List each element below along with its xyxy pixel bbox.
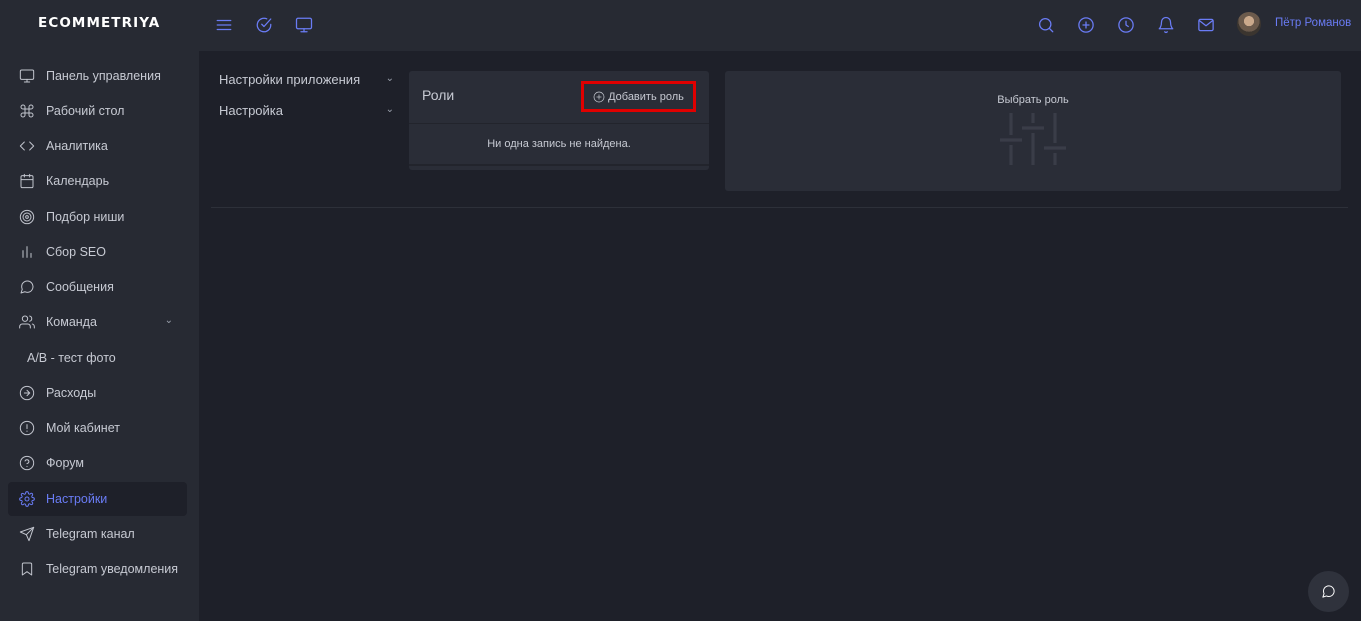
monitor-icon[interactable] — [294, 15, 314, 35]
sidebar-item-desktop[interactable]: Рабочий стол — [8, 94, 187, 128]
sidebar: Панель управления Рабочий стол Аналитика… — [0, 51, 199, 621]
select-role-title: Выбрать роль — [997, 94, 1069, 106]
message-circle-icon — [1322, 585, 1335, 598]
settings-menu-setup[interactable]: Настройка ⌄ — [219, 103, 397, 123]
select-role-panel: Выбрать роль — [725, 71, 1341, 191]
sidebar-item-forum[interactable]: Форум — [8, 446, 187, 480]
add-role-label: Добавить роль — [608, 90, 684, 103]
bookmark-icon — [8, 561, 46, 577]
divider — [211, 207, 1348, 208]
sidebar-item-dashboard[interactable]: Панель управления — [8, 59, 187, 93]
sidebar-item-account[interactable]: Мой кабинет — [8, 411, 187, 445]
sidebar-item-team[interactable]: Команда ⌄ — [8, 305, 187, 339]
check-circle-icon[interactable] — [254, 15, 274, 35]
sidebar-item-expenses[interactable]: Расходы — [8, 376, 187, 410]
alert-circle-icon — [8, 420, 46, 436]
plus-circle-icon[interactable] — [1076, 15, 1096, 35]
sidebar-item-label: Аналитика — [46, 139, 108, 153]
mail-icon[interactable] — [1196, 15, 1216, 35]
sidebar-item-label: Панель управления — [46, 69, 161, 83]
sidebar-item-label: Рабочий стол — [46, 104, 125, 118]
calendar-icon — [8, 173, 46, 189]
sidebar-item-label: Telegram уведомления — [46, 562, 179, 576]
settings-menu-app-settings[interactable]: Настройки приложения ⌄ — [219, 72, 397, 92]
menu-icon[interactable] — [214, 15, 234, 35]
clock-icon[interactable] — [1116, 15, 1136, 35]
message-circle-icon — [8, 279, 46, 295]
bell-icon[interactable] — [1156, 15, 1176, 35]
sidebar-item-messages[interactable]: Сообщения — [8, 270, 187, 304]
search-icon[interactable] — [1036, 15, 1056, 35]
sidebar-item-label: Мой кабинет — [46, 421, 120, 435]
sidebar-item-label: Сбор SEO — [46, 245, 106, 259]
user-name[interactable]: Пётр Романов — [1275, 17, 1351, 29]
add-role-button[interactable]: Добавить роль — [581, 81, 696, 112]
roles-title: Роли — [422, 87, 455, 103]
settings-menu-label: Настройка — [219, 103, 283, 118]
arrow-right-circle-icon — [8, 385, 46, 401]
sidebar-item-telegram-channel[interactable]: Telegram канал — [8, 517, 187, 551]
roles-panel: Роли Добавить роль Ни одна запись не най… — [409, 71, 709, 170]
users-icon — [8, 314, 46, 330]
settings-menu-label: Настройки приложения — [219, 72, 361, 87]
sidebar-item-label: Сообщения — [46, 280, 114, 294]
target-icon — [8, 209, 46, 225]
code-icon — [8, 138, 46, 154]
command-icon — [8, 103, 46, 119]
sidebar-item-label: Настройки — [46, 492, 108, 506]
avatar[interactable] — [1237, 12, 1261, 36]
chat-button[interactable] — [1308, 571, 1349, 612]
sidebar-item-label: Telegram канал — [46, 527, 135, 541]
sidebar-item-analytics[interactable]: Аналитика — [8, 129, 187, 163]
sidebar-item-settings[interactable]: Настройки — [8, 482, 187, 516]
sidebar-item-label: A/B - тест фото — [27, 351, 116, 365]
divider — [409, 164, 709, 166]
sliders-icon — [999, 109, 1067, 167]
chevron-down-icon: ⌄ — [385, 104, 394, 115]
monitor-icon — [8, 68, 46, 84]
empty-state-text: Ни одна запись не найдена. — [487, 138, 631, 150]
chevron-down-icon: ⌄ — [164, 315, 173, 326]
sidebar-item-telegram-notifications[interactable]: Telegram уведомления — [8, 552, 187, 586]
send-icon — [8, 526, 46, 542]
sidebar-item-label: Форум — [46, 456, 84, 470]
app-logo[interactable]: ECOMMETRIYA — [38, 15, 160, 31]
sidebar-item-calendar[interactable]: Календарь — [8, 164, 187, 198]
plus-circle-icon — [593, 91, 605, 102]
help-circle-icon — [8, 455, 46, 471]
settings-icon — [8, 491, 46, 507]
sidebar-item-label: Календарь — [46, 174, 110, 188]
sidebar-item-label: Расходы — [46, 386, 97, 400]
bar-chart-icon — [8, 244, 46, 260]
chevron-down-icon: ⌄ — [385, 73, 394, 84]
divider — [409, 123, 709, 124]
sidebar-item-label: Подбор ниши — [46, 210, 125, 224]
sidebar-item-niche[interactable]: Подбор ниши — [8, 200, 187, 234]
sidebar-item-label: Команда — [46, 315, 97, 329]
top-bar: ECOMMETRIYA Пётр Романов — [0, 0, 1361, 51]
sidebar-item-seo[interactable]: Сбор SEO — [8, 235, 187, 269]
sidebar-item-ab-test[interactable]: A/B - тест фото — [8, 341, 187, 375]
